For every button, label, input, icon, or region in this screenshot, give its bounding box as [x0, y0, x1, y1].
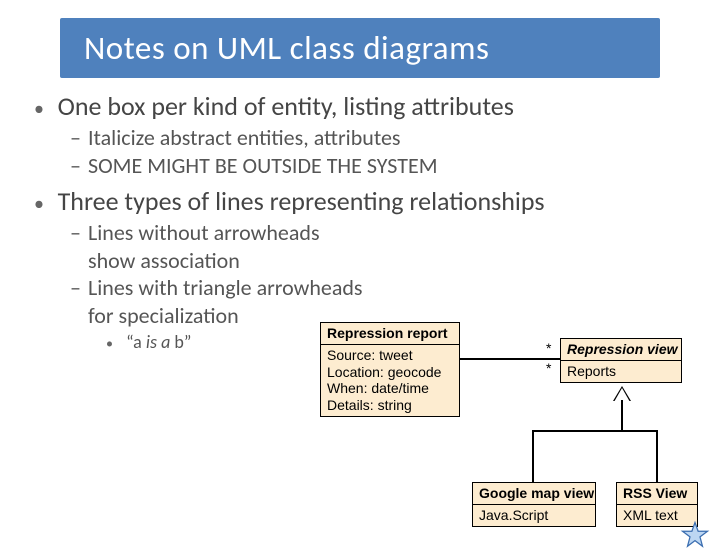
bullet-content: One box per kind of entity, listing attr… — [0, 90, 720, 354]
bullet-text: “a is a b” — [126, 331, 191, 353]
uml-class-repression-view: Repression view Reports — [560, 338, 682, 383]
uml-attr: Details: string — [327, 397, 453, 414]
uml-multiplicity: * — [546, 340, 551, 356]
bullet-text: Lines without arrowheads show associatio… — [88, 219, 368, 274]
list-item: SOME MIGHT BE OUTSIDE THE SYSTEM — [70, 152, 692, 180]
star-icon — [680, 520, 710, 550]
uml-class-google-map-view: Google map view Java.Script — [472, 482, 596, 527]
uml-class-name: Google map view — [473, 483, 595, 505]
uml-class-name: RSS View — [617, 483, 697, 505]
uml-generalization-line — [621, 400, 623, 430]
uml-generalization-line — [532, 430, 534, 482]
uml-class-name: Repression view — [561, 339, 681, 361]
uml-association-line — [460, 358, 560, 360]
uml-class-attrs: Reports — [561, 361, 681, 382]
uml-attr: Location: geocode — [327, 364, 453, 381]
uml-generalization-line — [656, 430, 658, 482]
uml-class-repression-report: Repression report Source: tweet Location… — [320, 322, 460, 417]
uml-attr: Source: tweet — [327, 347, 453, 364]
title-box: Notes on UML class diagrams — [60, 18, 660, 78]
uml-class-attrs: Java.Script — [473, 505, 595, 526]
bullet-text: Three types of lines representing relati… — [58, 185, 545, 217]
uml-class-attrs: Source: tweet Location: geocode When: da… — [321, 345, 459, 416]
uml-class-name: Repression report — [321, 323, 459, 345]
uml-generalization-line — [532, 430, 658, 432]
list-item: One box per kind of entity, listing attr… — [34, 90, 692, 179]
uml-diagram: * * Repression report Source: tweet Loca… — [320, 322, 710, 542]
bullet-text: One box per kind of entity, listing attr… — [58, 90, 514, 122]
bullet-text: SOME MIGHT BE OUTSIDE THE SYSTEM — [88, 152, 438, 179]
uml-attr: Reports — [567, 363, 675, 380]
list-item: Italicize abstract entities, attributes — [70, 124, 692, 152]
list-item: Lines without arrowheads show associatio… — [70, 219, 692, 274]
uml-attr: When: date/time — [327, 380, 453, 397]
uml-attr: Java.Script — [479, 507, 589, 524]
uml-multiplicity: * — [546, 360, 551, 376]
bullet-text: Lines with triangle arrowheads for speci… — [88, 274, 368, 329]
page-title: Notes on UML class diagrams — [84, 28, 636, 68]
bullet-text: Italicize abstract entities, attributes — [88, 124, 401, 151]
